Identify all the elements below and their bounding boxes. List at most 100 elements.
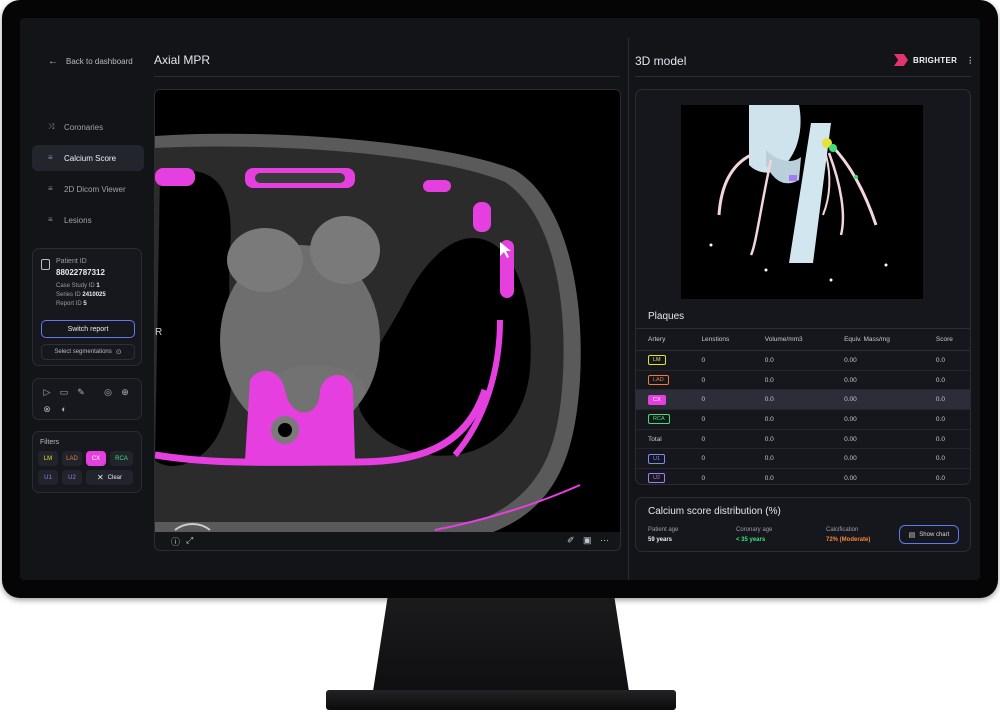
case-study-row: Case Study ID 1 (56, 283, 100, 289)
table-cell-lesions: 0 (689, 448, 753, 470)
comment-icon[interactable]: ▭ (59, 387, 69, 397)
filter-chip-lm[interactable]: LM (38, 451, 58, 466)
coronary-age-label: Coronary age (736, 527, 773, 533)
nav-label: Calcium Score (64, 153, 117, 163)
ct-scan-image: R (155, 90, 620, 550)
table-row[interactable]: CX 0 0.0 0.00 0.0 (636, 389, 970, 411)
viewer-toolbar: ⓘ ⤢ ✐ ▣ ⋯ (154, 532, 621, 551)
case-study-label: Case Study ID (56, 283, 95, 289)
report-label: Report ID (56, 301, 82, 307)
cursor-icon[interactable]: ▷ (42, 387, 52, 397)
info-icon[interactable]: ⓘ (171, 535, 180, 548)
table-cell-mass: 0.00 (832, 429, 924, 450)
table-cell-mass: 0.00 (832, 409, 924, 430)
filter-chip-rca[interactable]: RCA (110, 451, 133, 466)
3d-model-title: 3D model (635, 54, 687, 68)
table-cell-volume: 0.0 (752, 468, 833, 484)
sidebar-item-coronaries[interactable]: ⤨ Coronaries (32, 114, 144, 140)
table-cell-volume: 0.0 (752, 409, 833, 430)
table-cell-mass: 0.00 (832, 468, 924, 484)
chart-icon: ▤ (908, 531, 916, 539)
arrow-left-icon: ← (48, 56, 58, 67)
clear-filters-button[interactable]: ✕ Clear (86, 470, 133, 485)
orientation-marker: R (155, 327, 162, 338)
patient-age-value: 59 years (648, 537, 673, 543)
filters-title: Filters (40, 439, 60, 446)
table-row[interactable]: LAD 0 0.0 0.00 0.0 (636, 370, 970, 391)
column-header: Artery (636, 328, 690, 351)
axial-ct-viewer[interactable]: R (154, 89, 621, 551)
table-cell-artery: Total (636, 429, 690, 450)
crosshair-icon[interactable]: ⊕ (120, 387, 130, 397)
filter-chip-u1[interactable]: U1 (38, 470, 58, 485)
select-segmentations-button[interactable]: Select segmentations ⊙ (41, 344, 135, 360)
report-value: 5 (83, 301, 87, 307)
axial-mpr-title: Axial MPR (154, 53, 211, 67)
show-chart-button[interactable]: ▤ Show chart (899, 525, 959, 544)
coronary-age-value: < 35 years (736, 537, 766, 543)
table-cell-artery: LM (636, 350, 690, 371)
target-icon[interactable]: ◎ (103, 387, 113, 397)
sliders-icon: ≡ (48, 153, 53, 162)
sidebar-item-lesions[interactable]: ≡ Lesions (32, 207, 144, 233)
table-cell-lesions: 0 (689, 468, 753, 484)
artery-tag: LAD (648, 375, 669, 386)
table-row[interactable]: RCA 0 0.0 0.00 0.0 (636, 409, 970, 430)
save-icon[interactable]: ▣ (583, 535, 592, 546)
divider (635, 76, 971, 77)
nav-label: 2D Dicom Viewer (64, 184, 126, 194)
3d-model-viewport[interactable] (681, 105, 923, 299)
color-channels-icon[interactable]: ⊗ (42, 404, 52, 414)
more-options-icon[interactable]: ⋯ (600, 535, 609, 546)
column-header: Equiv. Mass/mg (832, 328, 924, 351)
table-row[interactable]: LM 0 0.0 0.00 0.0 (636, 350, 970, 371)
filter-chip-cx[interactable]: CX (86, 451, 106, 466)
edit-icon[interactable]: ✎ (76, 387, 86, 397)
table-cell-volume: 0.0 (752, 429, 833, 450)
brand-name: BRIGHTER (913, 55, 958, 65)
column-header: Volume/mm3 (752, 328, 833, 351)
table-cell-volume: 0.0 (752, 389, 833, 411)
table-row[interactable]: Total 0 0.0 0.00 0.0 (636, 429, 970, 450)
table-row[interactable]: U1 0 0.0 0.00 0.0 (636, 448, 970, 470)
series-row: Series ID 2410025 (56, 292, 106, 298)
case-study-value: 1 (96, 283, 100, 289)
kebab-menu-icon[interactable]: ⋮ (966, 56, 974, 65)
switch-report-button[interactable]: Switch report (41, 320, 135, 338)
filter-chip-u2[interactable]: U2 (62, 470, 82, 485)
artery-tag: CX (648, 394, 666, 405)
report-row: Report ID 5 (56, 301, 87, 307)
close-icon: ✕ (96, 473, 104, 482)
3d-model-card: Plaques Artery Lenstions Volume/mm3 Equi… (635, 89, 971, 485)
table-cell-artery: U2 (636, 468, 690, 484)
table-row[interactable]: U2 0 0.0 0.00 0.0 (636, 468, 970, 484)
patient-card: Patient ID 88022787312 Case Study ID 1 S… (32, 248, 142, 366)
table-cell-volume: 0.0 (752, 448, 833, 470)
back-label: Back to dashboard (66, 57, 133, 66)
contrast-icon[interactable]: ◐ (59, 404, 69, 414)
panel-separator (628, 38, 629, 580)
sidebar: ← Back to dashboard ⤨ Coronaries ≡ Calci… (20, 18, 154, 580)
ruler-icon[interactable]: ✐ (567, 535, 575, 546)
table-header-row: Artery Lenstions Volume/mm3 Equiv. Mass/… (636, 328, 970, 351)
column-header: Lenstions (689, 328, 753, 351)
calcium-distribution-title: Calcium score distribution (%) (648, 506, 781, 517)
filter-chip-lad[interactable]: LAD (62, 451, 82, 466)
app-screen: ← Back to dashboard ⤨ Coronaries ≡ Calci… (20, 18, 980, 580)
show-chart-label: Show chart (919, 531, 950, 538)
expand-icon[interactable]: ⤢ (186, 535, 193, 546)
artery-tag: RCA (648, 414, 670, 425)
sidebar-item-calcium-score[interactable]: ≡ Calcium Score (32, 145, 144, 171)
chevron-circle-icon: ⊙ (115, 349, 122, 356)
series-value: 2410025 (82, 292, 106, 298)
table-cell-score: 0.0 (923, 370, 970, 391)
back-to-dashboard-link[interactable]: ← Back to dashboard (48, 56, 133, 67)
table-cell-artery: RCA (636, 409, 690, 430)
table-cell-lesions: 0 (689, 370, 753, 391)
table-cell-lesions: 0 (689, 429, 753, 450)
select-segmentations-label: Select segmentations (54, 349, 112, 355)
sidebar-item-2d-dicom-viewer[interactable]: ≡ 2D Dicom Viewer (32, 176, 144, 202)
calcium-distribution-card: Calcium score distribution (%) Patient a… (635, 497, 971, 552)
table-cell-score: 0.0 (923, 448, 970, 470)
calcification-value: 72% (Moderate) (826, 537, 871, 543)
